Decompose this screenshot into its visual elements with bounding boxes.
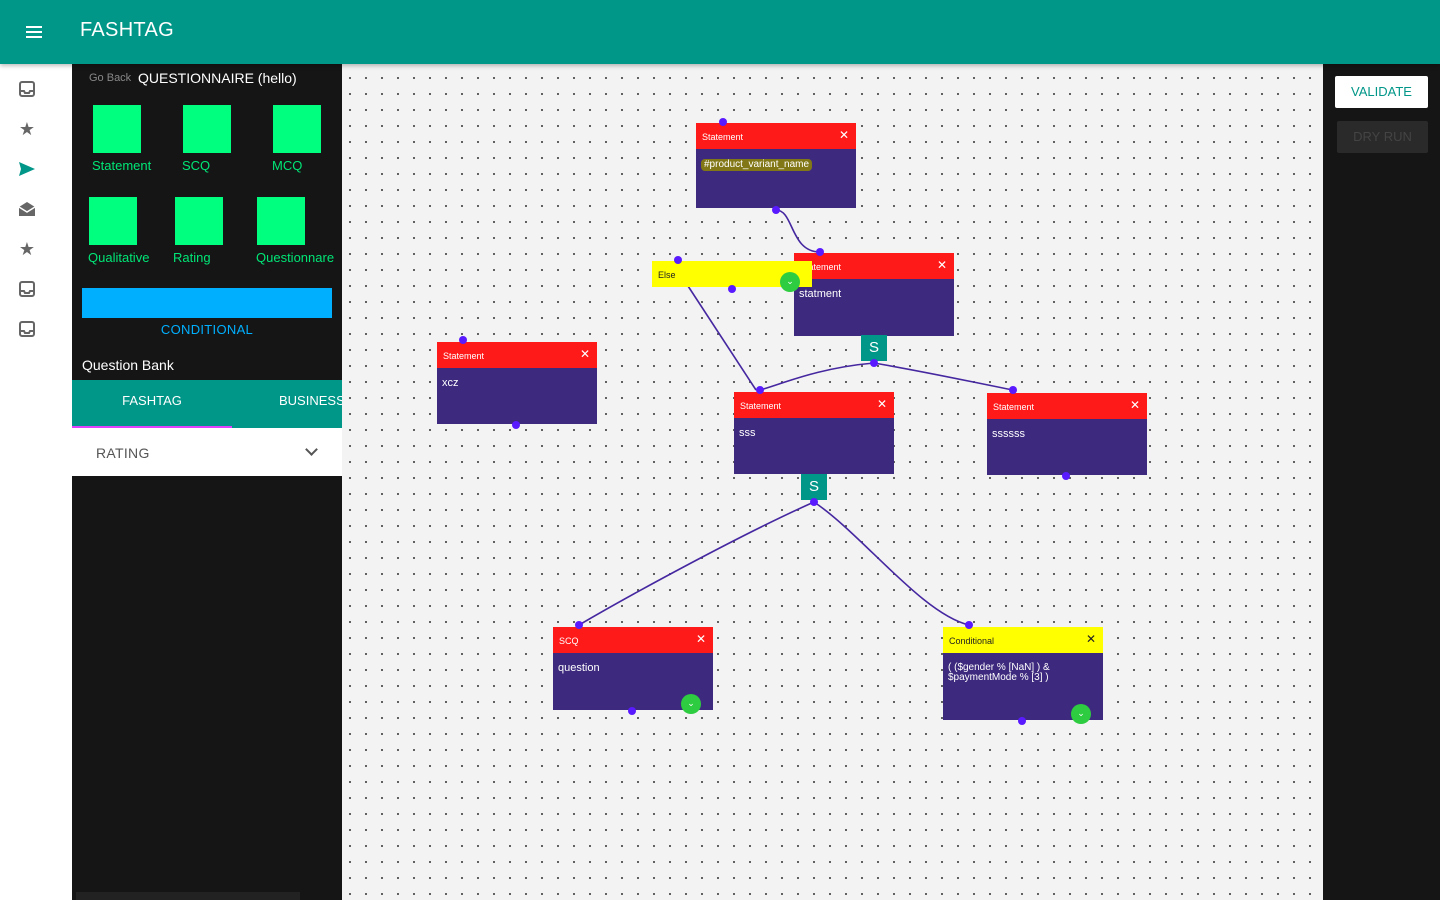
input-port[interactable] [575, 621, 583, 629]
statement-node[interactable]: Statement ✕ xcz [437, 342, 597, 424]
mcq-tile[interactable] [273, 105, 321, 153]
output-port[interactable] [628, 707, 636, 715]
expand-button[interactable]: ⌄ [780, 272, 800, 292]
action-panel: VALIDATE DRY RUN [1323, 64, 1440, 900]
questionnaire-panel: Go Back QUESTIONNAIRE (hello) Statement … [72, 64, 342, 900]
close-icon[interactable]: ✕ [937, 258, 947, 272]
close-icon[interactable]: ✕ [1086, 632, 1096, 646]
inbox-icon[interactable] [16, 278, 38, 300]
node-header[interactable]: Statement [734, 392, 894, 418]
statement-node[interactable]: Statement ✕ sss [734, 392, 894, 474]
input-port[interactable] [756, 386, 764, 394]
menu-icon[interactable] [22, 20, 46, 44]
tab-business[interactable]: BUSINESS [232, 380, 342, 428]
scq-tile[interactable] [183, 105, 231, 153]
statement-tile-label: Statement [92, 158, 152, 173]
questionnaire-tile-label: Questionnare [256, 250, 335, 265]
connector-line [578, 501, 815, 626]
horizontal-scrollbar[interactable] [76, 892, 300, 900]
close-icon[interactable]: ✕ [877, 397, 887, 411]
output-port[interactable] [870, 359, 878, 367]
app-title: FASHTAG [80, 19, 174, 41]
app-bar: FASHTAG [0, 0, 1440, 64]
close-icon[interactable]: ✕ [839, 128, 849, 142]
switch-badge[interactable]: S [861, 335, 887, 361]
node-body: #product_variant_name [696, 149, 856, 181]
node-body: xcz [442, 377, 459, 389]
dry-run-button[interactable]: DRY RUN [1337, 121, 1428, 153]
close-icon[interactable]: ✕ [580, 347, 590, 361]
close-icon[interactable]: ✕ [1130, 398, 1140, 412]
connector-line [813, 501, 970, 626]
connector-line [873, 362, 1014, 391]
output-port[interactable] [1062, 472, 1070, 480]
input-port[interactable] [719, 118, 727, 126]
output-port[interactable] [728, 285, 736, 293]
nav-rail: ★ ★ [0, 64, 72, 900]
mcq-tile-label: MCQ [272, 158, 303, 173]
chevron-down-icon [305, 443, 318, 456]
question-bank-tabs: FASHTAG BUSINESS [72, 380, 342, 428]
node-header[interactable]: Statement [794, 253, 954, 279]
node-body: statment [799, 288, 842, 300]
node-header[interactable]: Conditional [943, 627, 1103, 653]
node-body: sss [739, 427, 756, 439]
close-icon[interactable]: ✕ [696, 632, 706, 646]
expand-button[interactable]: ⌄ [1071, 704, 1091, 724]
connector-line [759, 362, 875, 391]
questionnaire-tile[interactable] [257, 197, 305, 245]
statement-tile[interactable] [93, 105, 141, 153]
variable-chip: #product_variant_name [701, 159, 813, 171]
go-back-link[interactable]: Go Back [89, 72, 131, 84]
tab-fashtag[interactable]: FASHTAG [72, 380, 232, 428]
input-port[interactable] [459, 336, 467, 344]
node-header[interactable]: Statement [696, 123, 856, 149]
expand-button[interactable]: ⌄ [681, 694, 701, 714]
validate-button[interactable]: VALIDATE [1335, 76, 1428, 108]
rating-tile-label: Rating [173, 250, 211, 265]
conditional-tile-label: CONDITIONAL [160, 322, 254, 337]
condition-expression: ( ($gender % [NaN] ) & $paymentMode % [3… [948, 662, 1050, 683]
statement-node[interactable]: Statement ✕ #product_variant_name [696, 123, 856, 208]
node-header[interactable]: Statement [437, 342, 597, 368]
scq-tile-label: SCQ [182, 158, 211, 173]
rating-tile[interactable] [175, 197, 223, 245]
connector-line [687, 285, 757, 391]
node-body: question [558, 662, 600, 674]
output-port[interactable] [1018, 717, 1026, 725]
qualitative-tile[interactable] [89, 197, 137, 245]
output-port[interactable] [512, 421, 520, 429]
inbox-icon[interactable] [16, 318, 38, 340]
input-port[interactable] [674, 256, 682, 264]
node-header[interactable]: SCQ [553, 627, 713, 653]
statement-node[interactable]: Statement ✕ statment [794, 253, 954, 336]
question-bank-heading: Question Bank [82, 357, 174, 373]
input-port[interactable] [965, 621, 973, 629]
category-dropdown-value: RATING [96, 445, 150, 461]
drafts-icon[interactable] [16, 198, 38, 220]
input-port[interactable] [1009, 386, 1017, 394]
send-icon[interactable] [16, 158, 38, 180]
conditional-tile[interactable] [82, 288, 332, 318]
switch-badge[interactable]: S [801, 474, 827, 500]
output-port[interactable] [810, 498, 818, 506]
category-dropdown[interactable]: RATING [72, 428, 342, 476]
output-port[interactable] [772, 206, 780, 214]
input-port[interactable] [816, 248, 824, 256]
qualitative-tile-label: Qualitative [88, 250, 150, 265]
connector-line [775, 209, 821, 253]
inbox-icon[interactable] [16, 78, 38, 100]
statement-node[interactable]: Statement ✕ ssssss [987, 393, 1147, 475]
node-body: ssssss [992, 428, 1025, 440]
node-header[interactable]: Statement [987, 393, 1147, 419]
star-icon[interactable]: ★ [16, 238, 38, 260]
questionnaire-title: QUESTIONNAIRE (hello) [138, 70, 297, 86]
star-icon[interactable]: ★ [16, 118, 38, 140]
flow-canvas[interactable]: Statement ✕ #product_variant_name Statem… [342, 64, 1323, 900]
